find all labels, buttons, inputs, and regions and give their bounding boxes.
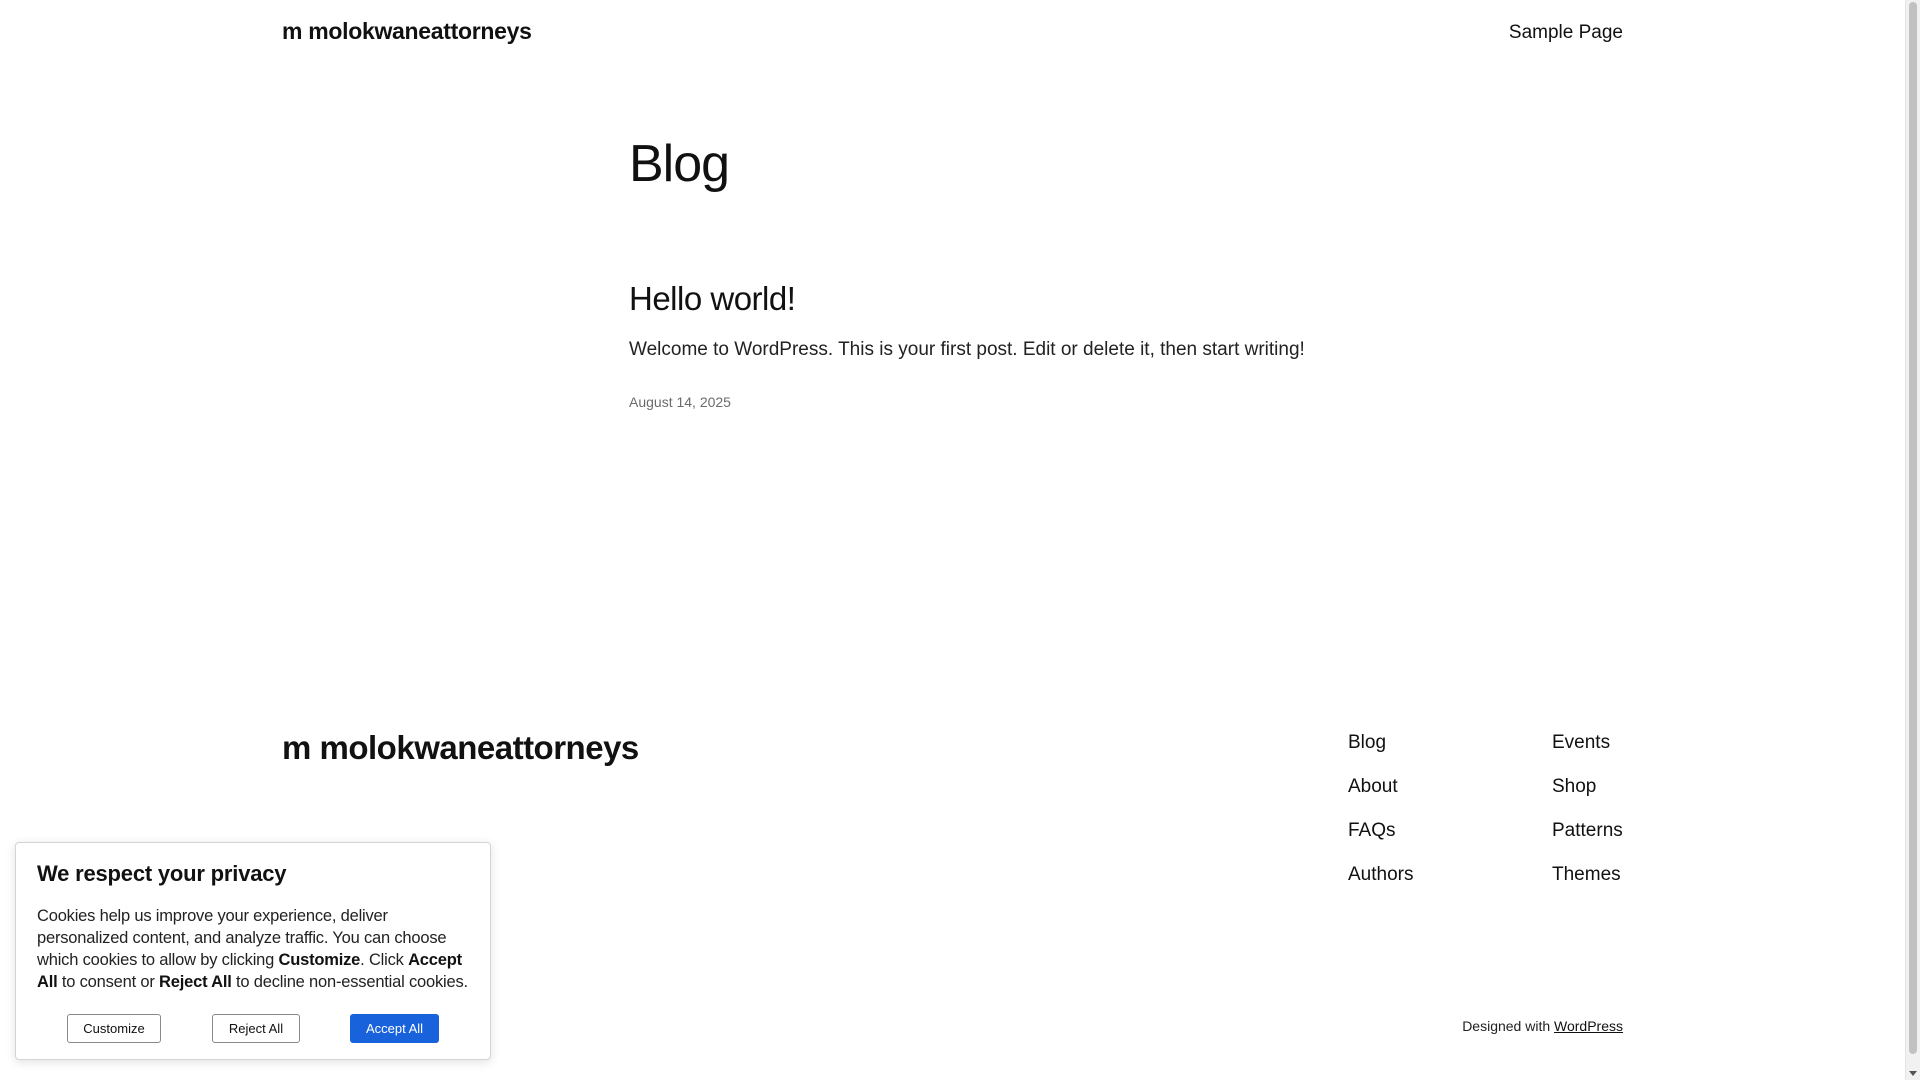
credit-prefix: Designed with: [1462, 1018, 1551, 1034]
vertical-scrollbar[interactable]: [1905, 0, 1920, 1080]
cookie-banner-text: Cookies help us improve your experience,…: [37, 905, 477, 993]
cookie-banner-title: We respect your privacy: [37, 861, 287, 886]
wordpress-link[interactable]: WordPress: [1554, 1018, 1623, 1034]
cookie-text-part-2: . Click: [360, 951, 409, 969]
footer-site-title: m molokwaneattorneys: [282, 729, 639, 766]
scroll-down-arrow-icon[interactable]: [1909, 1071, 1917, 1076]
reject-all-button[interactable]: Reject All: [212, 1014, 300, 1043]
footer-nav-column-2: Events Shop Patterns Themes: [1552, 730, 1623, 888]
footer-link-themes[interactable]: Themes: [1552, 862, 1623, 888]
accept-all-button[interactable]: Accept All: [350, 1014, 439, 1043]
footer-link-shop[interactable]: Shop: [1552, 774, 1623, 800]
footer-link-blog[interactable]: Blog: [1348, 730, 1413, 756]
post-excerpt: Welcome to WordPress. This is your first…: [629, 339, 1305, 360]
cookie-text-part-3: to consent or: [57, 973, 160, 991]
site-title-link[interactable]: m molokwaneattorneys: [282, 18, 532, 45]
page: m molokwaneattorneys Sample Page Blog He…: [0, 0, 1905, 1080]
footer-link-patterns[interactable]: Patterns: [1552, 818, 1623, 844]
nav-link-sample-page[interactable]: Sample Page: [1509, 22, 1623, 44]
cookie-text-reject: Reject All: [159, 973, 232, 991]
page-title: Blog: [629, 135, 730, 193]
customize-button[interactable]: Customize: [67, 1014, 161, 1043]
cookie-text-customize: Customize: [278, 951, 361, 969]
footer-link-faqs[interactable]: FAQs: [1348, 818, 1413, 844]
post-title-link[interactable]: Hello world!: [629, 280, 796, 318]
footer-link-events[interactable]: Events: [1552, 730, 1623, 756]
scrollbar-thumb[interactable]: [1909, 2, 1917, 1054]
footer-credit: Designed with WordPress: [1462, 1018, 1623, 1034]
cookie-consent-banner: We respect your privacy Cookies help us …: [15, 842, 491, 1060]
footer-link-about[interactable]: About: [1348, 774, 1413, 800]
post-date: August 14, 2025: [629, 394, 731, 410]
cookie-text-part-4: to decline non-essential cookies.: [231, 973, 468, 991]
footer-link-authors[interactable]: Authors: [1348, 862, 1413, 888]
footer-nav-column-1: Blog About FAQs Authors: [1348, 730, 1413, 888]
